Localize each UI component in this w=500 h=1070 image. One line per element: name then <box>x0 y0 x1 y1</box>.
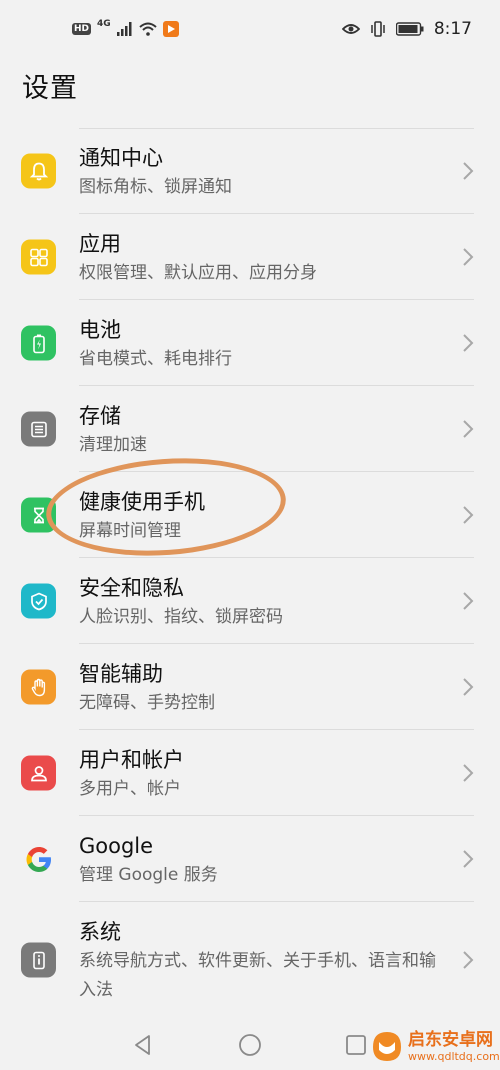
app-notification-icon <box>162 21 179 37</box>
item-subtitle: 清理加速 <box>79 435 147 455</box>
settings-item-notification-center[interactable]: 通知中心 图标角标、锁屏通知 <box>0 128 500 214</box>
item-title: 系统 <box>79 920 121 944</box>
recents-icon[interactable] <box>343 1032 369 1058</box>
phone-info-icon <box>21 942 56 978</box>
status-right: 8:17 <box>341 19 472 39</box>
item-title: 应用 <box>79 232 121 256</box>
chevron-right-icon <box>463 951 474 969</box>
watermark-text: 启东安卓网 www.qdltdq.com <box>408 1030 500 1064</box>
settings-list: 通知中心 图标角标、锁屏通知 应用 权限管理、默认应用、应用分身 电池 省电模式… <box>0 128 500 1018</box>
item-title: 存储 <box>79 404 121 428</box>
battery-status-icon <box>395 22 424 36</box>
item-title: 健康使用手机 <box>79 490 205 514</box>
chevron-right-icon <box>463 506 474 524</box>
watermark: 启东安卓网 www.qdltdq.com <box>370 1024 500 1070</box>
watermark-logo-icon <box>373 1032 401 1061</box>
bell-icon <box>21 153 56 189</box>
item-subtitle: 屏幕时间管理 <box>79 521 181 541</box>
settings-item-system[interactable]: 系统 系统导航方式、软件更新、关于手机、语言和输入法 <box>0 902 500 1018</box>
chevron-right-icon <box>463 850 474 868</box>
chevron-right-icon <box>463 592 474 610</box>
item-subtitle: 管理 Google 服务 <box>79 865 218 885</box>
status-bar: HD 4G 8:17 <box>0 0 500 58</box>
item-subtitle: 图标角标、锁屏通知 <box>79 177 232 197</box>
settings-item-users-accounts[interactable]: 用户和帐户 多用户、帐户 <box>0 730 500 816</box>
battery-icon <box>21 325 56 361</box>
item-title: 电池 <box>79 318 121 342</box>
page-title: 设置 <box>22 73 78 104</box>
settings-item-digital-balance[interactable]: 健康使用手机 屏幕时间管理 <box>0 472 500 558</box>
item-title: 通知中心 <box>79 146 163 170</box>
shield-icon <box>21 583 56 619</box>
network-type: 4G <box>97 19 111 29</box>
hd-badge: HD <box>72 23 92 35</box>
user-icon <box>21 755 56 791</box>
chevron-right-icon <box>463 764 474 782</box>
eye-comfort-icon <box>341 24 360 34</box>
item-subtitle: 系统导航方式、软件更新、关于手机、语言和输入法 <box>79 951 436 1000</box>
item-title: 用户和帐户 <box>79 748 184 772</box>
item-subtitle: 无障碍、手势控制 <box>79 693 215 713</box>
settings-item-battery[interactable]: 电池 省电模式、耗电排行 <box>0 300 500 386</box>
chevron-right-icon <box>463 162 474 180</box>
back-icon[interactable] <box>130 1032 156 1058</box>
signal-icon <box>116 22 132 36</box>
settings-item-security-privacy[interactable]: 安全和隐私 人脸识别、指纹、锁屏密码 <box>0 558 500 644</box>
watermark-line2: www.qdltdq.com <box>408 1050 500 1063</box>
home-icon[interactable] <box>237 1032 263 1058</box>
hand-icon <box>21 669 56 705</box>
chevron-right-icon <box>463 334 474 352</box>
settings-item-storage[interactable]: 存储 清理加速 <box>0 386 500 472</box>
item-subtitle: 多用户、帐户 <box>79 779 181 799</box>
settings-item-smart-assistance[interactable]: 智能辅助 无障碍、手势控制 <box>0 644 500 730</box>
chevron-right-icon <box>463 420 474 438</box>
item-subtitle: 权限管理、默认应用、应用分身 <box>79 263 317 283</box>
hourglass-icon <box>21 497 56 533</box>
item-subtitle: 人脸识别、指纹、锁屏密码 <box>79 607 283 627</box>
settings-item-apps[interactable]: 应用 权限管理、默认应用、应用分身 <box>0 214 500 300</box>
vibrate-icon <box>371 21 385 37</box>
wifi-icon <box>139 22 157 36</box>
chevron-right-icon <box>463 678 474 696</box>
status-time: 8:17 <box>433 19 472 39</box>
storage-icon <box>21 411 56 447</box>
google-icon <box>21 842 56 877</box>
item-title: Google <box>79 834 154 858</box>
item-subtitle: 省电模式、耗电排行 <box>79 349 232 369</box>
watermark-line1: 启东安卓网 <box>408 1030 493 1050</box>
apps-grid-icon <box>21 239 56 275</box>
status-left: HD 4G <box>72 19 179 37</box>
chevron-right-icon <box>463 248 474 266</box>
item-title: 安全和隐私 <box>79 576 184 600</box>
item-title: 智能辅助 <box>79 662 163 686</box>
settings-item-google[interactable]: Google 管理 Google 服务 <box>0 816 500 902</box>
header: 设置 <box>0 58 500 118</box>
